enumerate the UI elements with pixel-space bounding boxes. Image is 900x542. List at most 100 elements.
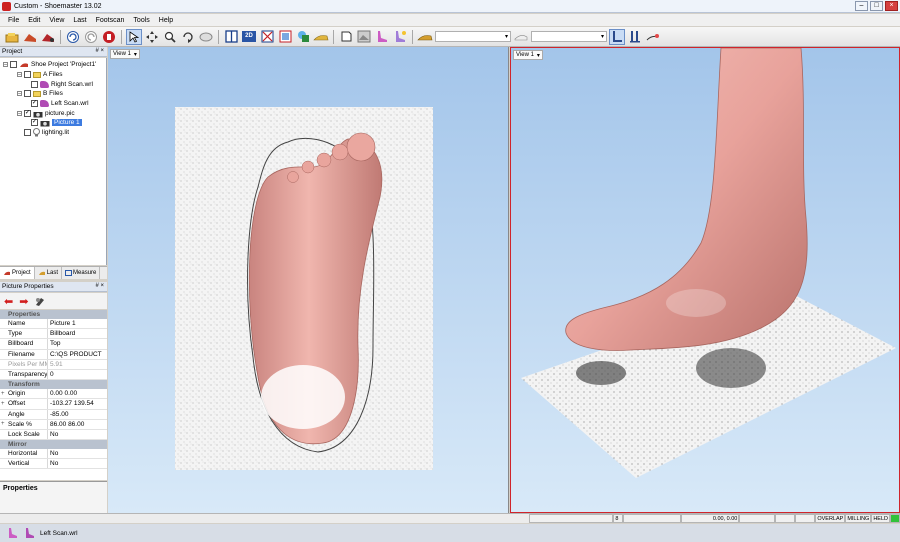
- redo-icon[interactable]: [83, 29, 99, 45]
- menu-help[interactable]: Help: [159, 17, 173, 24]
- property-value[interactable]: No: [48, 449, 107, 458]
- last-select-icon[interactable]: [417, 29, 433, 45]
- last-dropdown[interactable]: ▾: [435, 31, 511, 42]
- checkbox[interactable]: ✓: [31, 100, 38, 107]
- outline-icon[interactable]: [338, 29, 354, 45]
- tab-measure[interactable]: Measure: [62, 267, 101, 279]
- collapse-icon[interactable]: –: [17, 72, 22, 78]
- property-value[interactable]: C:\QS PRODUCT: [48, 350, 107, 359]
- panel-pin-close[interactable]: # ×: [95, 48, 104, 54]
- property-value[interactable]: 86.00 86.00: [48, 420, 107, 429]
- property-row[interactable]: Name Picture 1: [0, 319, 107, 330]
- foot-scan-icon[interactable]: [6, 527, 18, 539]
- picture-icon[interactable]: [356, 29, 372, 45]
- property-row[interactable]: Offset-103.27 139.54: [0, 399, 107, 410]
- panel-pin-close[interactable]: # ×: [95, 283, 104, 289]
- property-value[interactable]: Picture 1: [48, 319, 107, 328]
- tree-item-right-scan[interactable]: Right Scan.wrl: [31, 80, 93, 89]
- tab-last[interactable]: Last: [35, 267, 63, 279]
- sole-dropdown[interactable]: ▾: [531, 31, 607, 42]
- tree-item-picture-1[interactable]: ✓ Picture 1: [31, 118, 82, 127]
- viewport-3d[interactable]: View 1 ▾: [510, 47, 900, 513]
- rotate-icon[interactable]: [180, 29, 196, 45]
- select-arrow-icon[interactable]: [126, 28, 142, 45]
- property-key: Billboard: [0, 339, 48, 349]
- fit-view-icon[interactable]: [259, 29, 275, 45]
- menu-view[interactable]: View: [49, 17, 64, 24]
- property-value[interactable]: -85.00: [48, 410, 107, 419]
- save-last-icon[interactable]: [40, 29, 56, 45]
- shade-icon[interactable]: [295, 29, 311, 45]
- checkbox[interactable]: [31, 81, 38, 88]
- property-value[interactable]: 0: [48, 370, 107, 379]
- tree-item-a-files[interactable]: – A Files: [17, 70, 63, 79]
- menu-last[interactable]: Last: [73, 17, 86, 24]
- tree-item-picture-pic[interactable]: – ✓ picture.pic: [17, 109, 75, 118]
- toe-spring-icon[interactable]: [645, 29, 661, 45]
- foot-scan-icon[interactable]: [374, 29, 390, 45]
- undo-icon[interactable]: [65, 29, 81, 45]
- tree-item-label: Shoe Project 'Project1': [31, 61, 97, 68]
- checkbox[interactable]: [24, 71, 31, 78]
- property-row[interactable]: Lock Scale No: [0, 429, 107, 441]
- menu-file[interactable]: File: [8, 17, 19, 24]
- checkbox[interactable]: ✓: [31, 119, 38, 126]
- checkbox[interactable]: ✓: [24, 110, 31, 117]
- property-value[interactable]: Billboard: [48, 329, 107, 338]
- bottom-align-icon[interactable]: [627, 29, 643, 45]
- property-row[interactable]: Angle -85.00: [0, 409, 107, 420]
- last-model-icon[interactable]: [313, 29, 329, 45]
- property-row[interactable]: Origin0.00 0.00: [0, 389, 107, 400]
- sole-icon[interactable]: [513, 29, 529, 45]
- property-row[interactable]: Vertical No: [0, 459, 107, 470]
- view-2d-icon[interactable]: 2D: [241, 29, 257, 45]
- pan-icon[interactable]: [144, 29, 160, 45]
- close-button[interactable]: ×: [885, 1, 898, 11]
- open-project-icon[interactable]: [4, 29, 20, 45]
- collapse-icon[interactable]: –: [17, 111, 22, 117]
- measure-tool-icon[interactable]: [198, 29, 214, 45]
- foot-scan-icon[interactable]: [23, 527, 35, 539]
- zoom-icon[interactable]: [162, 29, 178, 45]
- project-panel-title: Project: [2, 48, 23, 55]
- tree-item-b-files[interactable]: – B Files: [17, 89, 63, 98]
- checkbox[interactable]: [24, 129, 31, 136]
- previous-arrow-icon[interactable]: ⬅: [4, 295, 13, 308]
- maximize-button[interactable]: □: [870, 1, 883, 11]
- property-row[interactable]: Transparency %0: [0, 369, 107, 381]
- layout-icon[interactable]: [223, 29, 239, 45]
- minimize-button[interactable]: –: [855, 1, 868, 11]
- property-row[interactable]: Billboard Top: [0, 339, 107, 350]
- property-row[interactable]: Horizontal No: [0, 449, 107, 460]
- collapse-icon[interactable]: –: [17, 91, 22, 97]
- property-value[interactable]: 0.00 0.00: [48, 389, 107, 398]
- viewport-top[interactable]: View 1 ▾: [108, 47, 509, 513]
- tab-project[interactable]: Project: [0, 267, 35, 279]
- tree-item-lighting[interactable]: lighting.lit: [24, 128, 69, 137]
- fit-all-icon[interactable]: [277, 29, 293, 45]
- footscan-magic-icon[interactable]: [392, 29, 408, 45]
- heel-align-icon[interactable]: [609, 28, 625, 45]
- stop-icon[interactable]: [101, 29, 117, 45]
- open-last-icon[interactable]: [22, 29, 38, 45]
- collapse-icon[interactable]: –: [3, 62, 8, 68]
- title-bar: Custom - Shoemaster 13.02 – □ ×: [0, 0, 900, 13]
- menu-edit[interactable]: Edit: [28, 17, 40, 24]
- checkbox[interactable]: [10, 61, 17, 68]
- property-row[interactable]: Filename C:\QS PRODUCT: [0, 349, 107, 360]
- property-value[interactable]: Top: [48, 339, 107, 348]
- menu-tools[interactable]: Tools: [133, 17, 149, 24]
- tree-item-left-scan[interactable]: ✓ Left Scan.wrl: [31, 99, 89, 108]
- app-icon: [2, 1, 11, 11]
- status-held: HELD: [871, 514, 890, 523]
- property-row[interactable]: Scale %86.00 86.00: [0, 419, 107, 430]
- property-value[interactable]: No: [48, 459, 107, 468]
- property-row[interactable]: Type Billboard: [0, 329, 107, 340]
- tree-item-project[interactable]: – Shoe Project 'Project1': [3, 60, 96, 69]
- next-arrow-icon[interactable]: ➡: [19, 295, 28, 308]
- property-value[interactable]: No: [48, 430, 107, 439]
- checkbox[interactable]: [24, 90, 31, 97]
- property-value[interactable]: -103.27 139.54: [48, 399, 107, 408]
- tools-icon[interactable]: [34, 296, 46, 307]
- menu-footscan[interactable]: Footscan: [96, 17, 125, 24]
